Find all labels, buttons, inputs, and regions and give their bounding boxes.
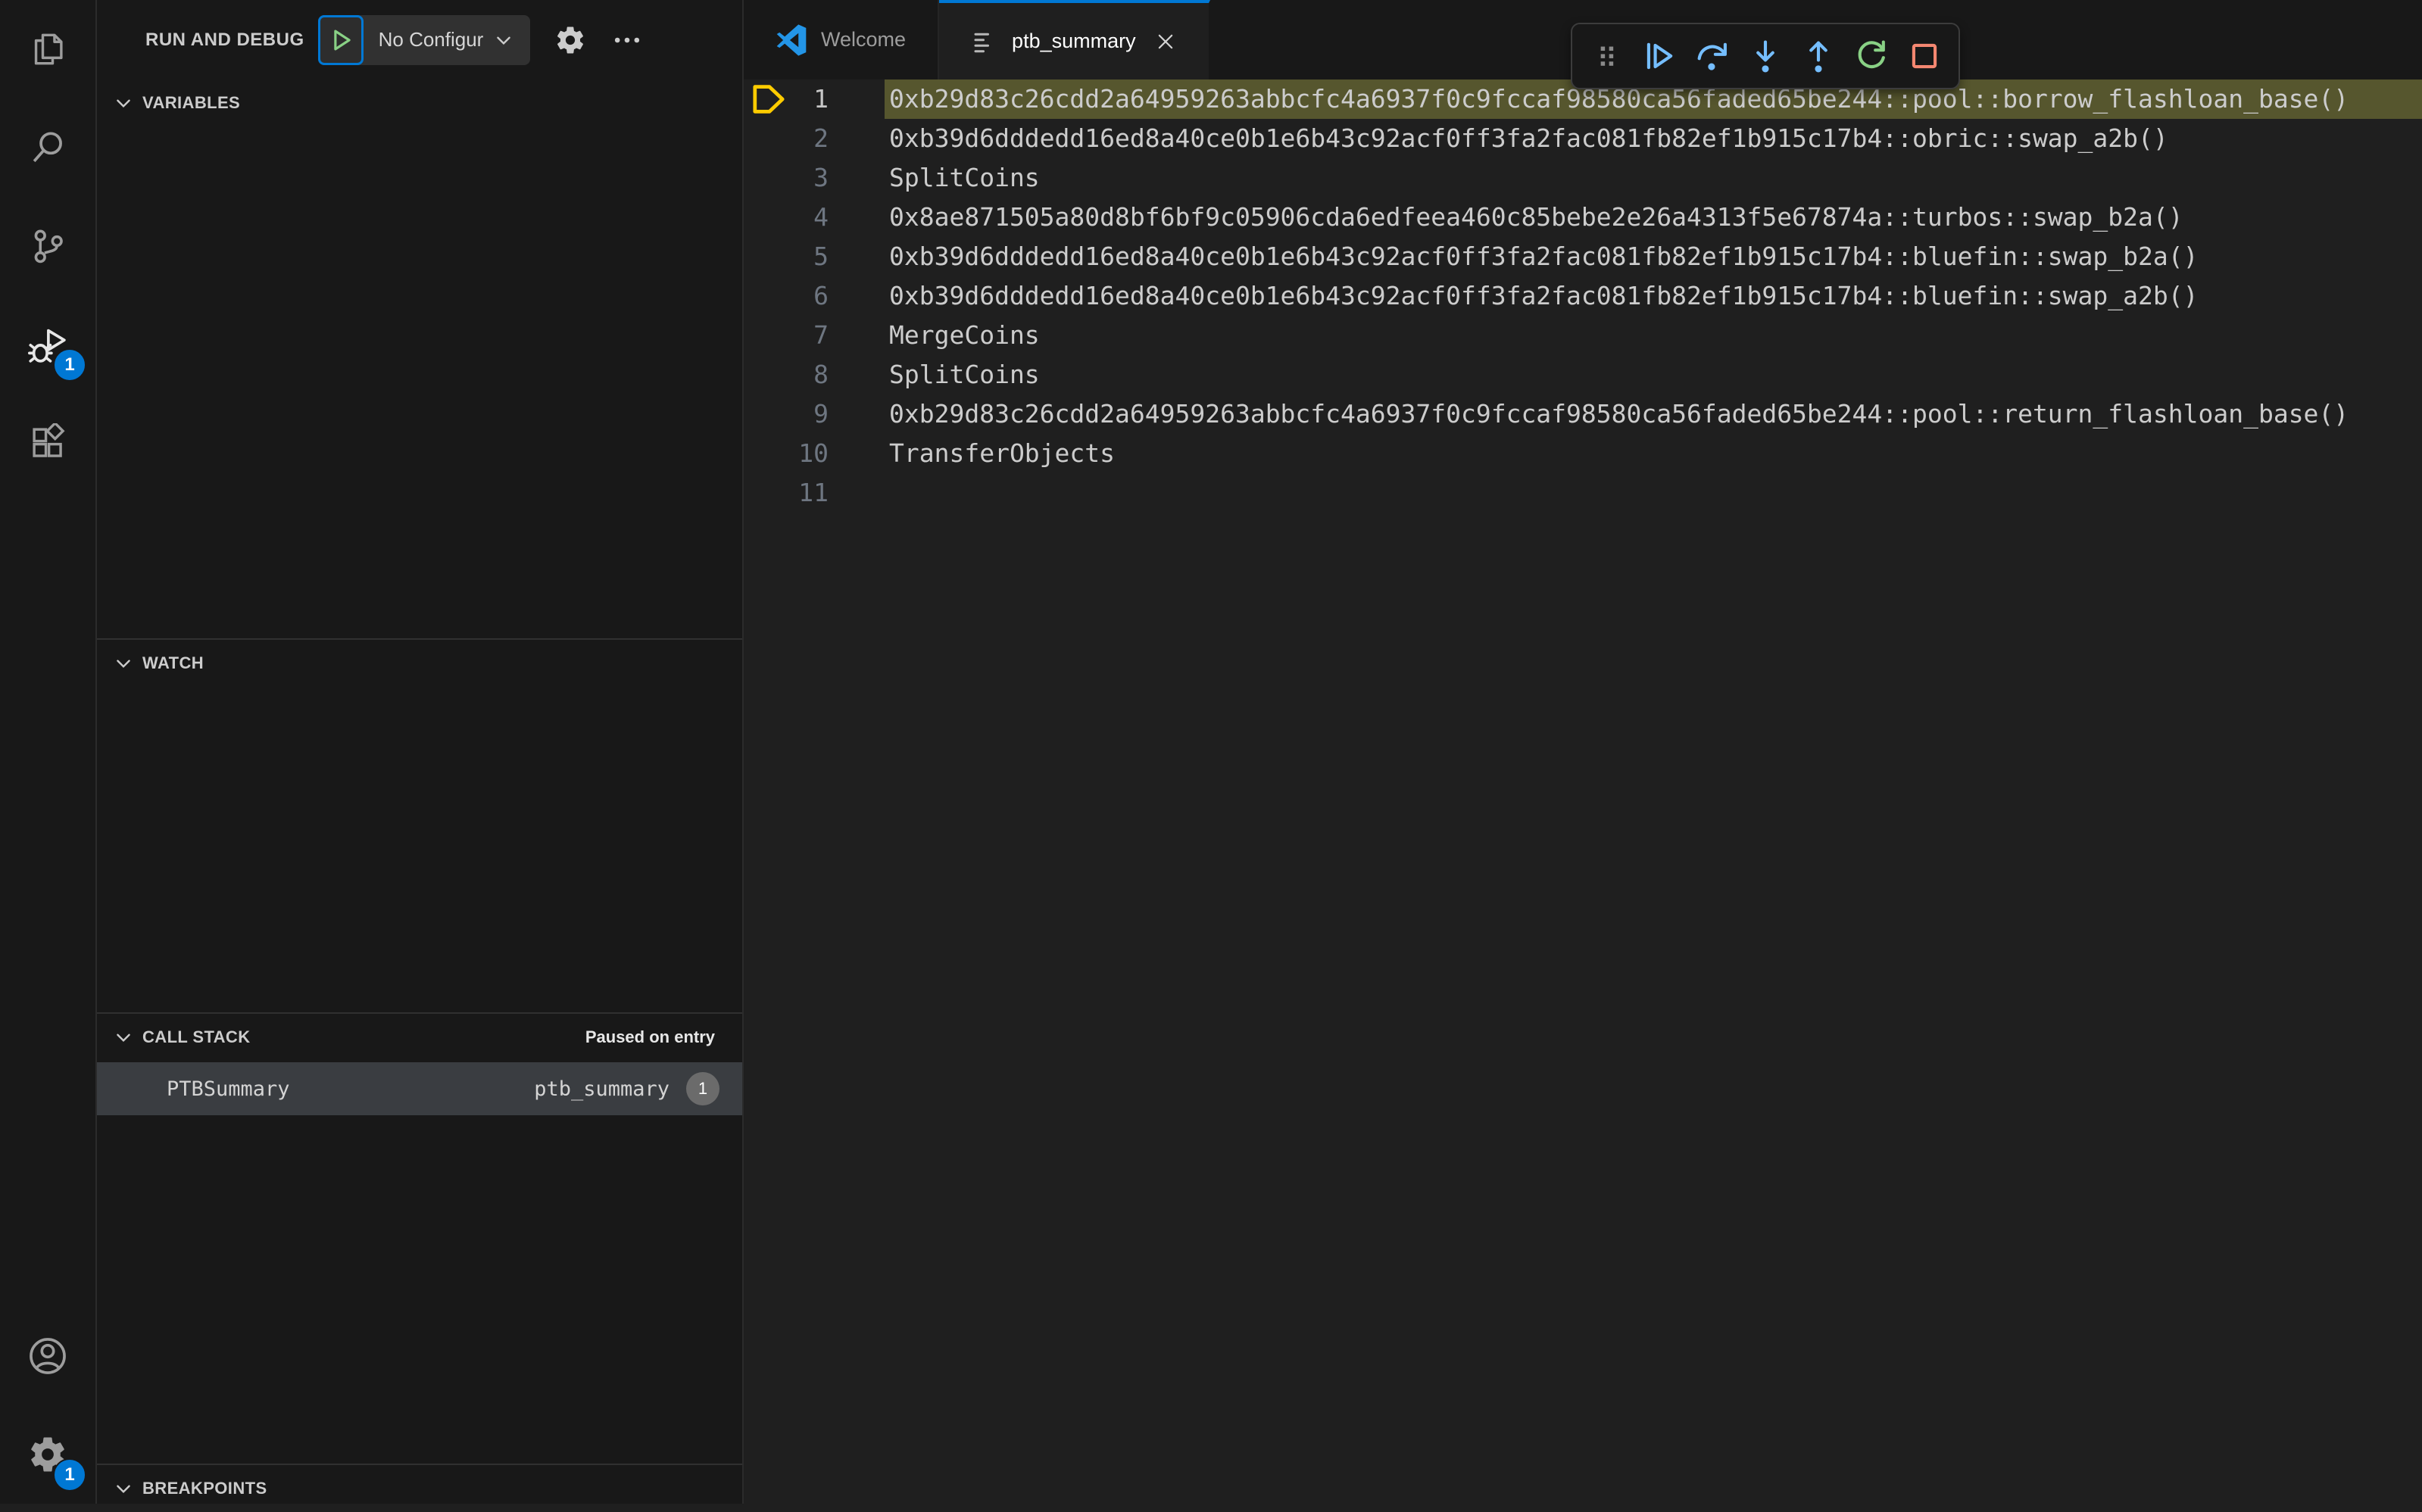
line-text: 0xb39d6dddedd16ed8a40ce0b1e6b43c92acf0ff… [889,242,2199,271]
breakpoints-section: BREAKPOINTS [97,1464,742,1512]
line-text: TransferObjects [889,438,1116,468]
activity-item-search[interactable] [0,98,95,197]
settings-badge: 1 [53,1458,86,1492]
step-into-button[interactable] [1742,33,1789,79]
line-number: 4 [813,202,829,232]
line-text: SplitCoins [889,360,1040,389]
extensions-icon [28,423,67,463]
call-stack-status: Paused on entry [585,1027,715,1046]
frame-file: ptb_summary [534,1077,669,1101]
line-text: 0xb39d6dddedd16ed8a40ce0b1e6b43c92acf0ff… [889,281,2199,310]
toolbar-drag-grip[interactable] [1583,33,1630,79]
activity-item-manage[interactable]: 1 [0,1405,95,1504]
start-debugging-button[interactable] [317,14,364,65]
play-icon [326,26,355,55]
debug-badge: 1 [53,348,86,382]
watch-section-label: WATCH [142,653,204,672]
continue-button[interactable] [1636,33,1683,79]
restart-button[interactable] [1848,33,1895,79]
call-stack-frame-row[interactable]: PTBSummary ptb_summary 1 [97,1062,742,1115]
breakpoints-section-label: BREAKPOINTS [142,1479,267,1498]
code-line-3[interactable]: 3 SplitCoins [744,158,2422,198]
frame-line-badge: 1 [686,1072,719,1105]
code-editor: 1 0xb29d83c26cdd2a64959263abbcfc4a6937f0… [744,79,2422,1504]
code-line-10[interactable]: 10 TransferObjects [744,434,2422,473]
call-stack-section-label: CALL STACK [142,1027,251,1046]
breakpoints-section-header[interactable]: BREAKPOINTS [97,1465,742,1512]
account-icon [27,1335,69,1377]
line-text: 0xb29d83c26cdd2a64959263abbcfc4a6937f0c9… [889,399,2349,429]
chevron-down-icon [114,93,133,113]
search-icon [28,128,67,167]
step-out-button[interactable] [1795,33,1842,79]
call-stack-section-header[interactable]: CALL STACK Paused on entry [97,1014,742,1061]
debug-toolbar [1571,23,1960,89]
chevron-down-icon [114,653,133,673]
tab-ptb-summary[interactable]: ptb_summary [939,0,1210,79]
tab-welcome[interactable]: Welcome [744,0,940,79]
line-number: 7 [813,320,829,350]
line-number: 11 [798,478,829,507]
stop-button[interactable] [1901,33,1948,79]
source-control-icon [28,226,67,266]
chevron-down-icon [114,1027,133,1047]
line-number: 5 [813,242,829,271]
variables-section-label: VARIABLES [142,93,241,112]
code-line-5[interactable]: 5 0xb39d6dddedd16ed8a40ce0b1e6b43c92acf0… [744,237,2422,276]
list-icon [971,28,998,55]
chevron-down-icon [494,30,513,50]
line-number: 8 [813,360,829,389]
activity-item-source-control[interactable] [0,197,95,295]
watch-section: WATCH [97,638,742,687]
variables-section: VARIABLES [97,79,742,126]
activity-bar: 1 1 [0,0,97,1504]
tab-welcome-label: Welcome [821,28,907,51]
watch-section-header[interactable]: WATCH [97,640,742,687]
line-number: 10 [798,438,829,468]
code-line-11[interactable]: 11 [744,473,2422,513]
code-line-2[interactable]: 2 0xb39d6dddedd16ed8a40ce0b1e6b43c92acf0… [744,119,2422,158]
code-line-6[interactable]: 6 0xb39d6dddedd16ed8a40ce0b1e6b43c92acf0… [744,276,2422,316]
sidebar-header: RUN AND DEBUG No Configur [97,0,742,79]
code-line-8[interactable]: 8 SplitCoins [744,355,2422,394]
files-icon [28,30,67,69]
line-number: 3 [813,163,829,192]
debug-configuration-label: No Configur [378,28,484,51]
line-number: 2 [813,123,829,153]
line-text: SplitCoins [889,163,1040,192]
line-number: 6 [813,281,829,310]
more-actions-icon[interactable] [610,23,644,57]
run-and-debug-sidebar: RUN AND DEBUG No Configur VARIABLES WATC… [97,0,744,1504]
activity-item-extensions[interactable] [0,394,95,492]
line-text: MergeCoins [889,320,1040,350]
vscode-logo-icon [776,23,807,56]
code-line-7[interactable]: 7 MergeCoins [744,316,2422,355]
sidebar-title: RUN AND DEBUG [145,29,304,50]
line-number: 9 [813,399,829,429]
tab-ptb-summary-label: ptb_summary [1012,30,1136,52]
debug-configuration-dropdown[interactable]: No Configur [364,15,531,65]
line-text: 0xb39d6dddedd16ed8a40ce0b1e6b43c92acf0ff… [889,123,2168,153]
activity-item-run-and-debug[interactable]: 1 [0,295,95,394]
chevron-down-icon [114,1479,133,1498]
code-line-9[interactable]: 9 0xb29d83c26cdd2a64959263abbcfc4a6937f0… [744,394,2422,434]
close-icon[interactable] [1154,30,1177,53]
line-text: 0x8ae871505a80d8bf6bf9c05906cda6edfeea46… [889,202,2183,232]
debug-settings-gear-button[interactable] [554,24,586,56]
frame-name: PTBSummary [167,1077,290,1101]
variables-section-header[interactable]: VARIABLES [97,79,742,126]
line-number: 1 [813,84,829,114]
activity-item-explorer[interactable] [0,0,95,98]
call-stack-section: CALL STACK Paused on entry [97,1012,742,1061]
editor-area: Welcome ptb_summary 1 0xb29d83c26cdd2a64… [744,0,2422,1504]
code-line-4[interactable]: 4 0x8ae871505a80d8bf6bf9c05906cda6edfeea… [744,198,2422,237]
activity-item-accounts[interactable] [0,1307,95,1405]
debug-config-control: No Configur [317,14,531,65]
step-over-button[interactable] [1689,33,1736,79]
